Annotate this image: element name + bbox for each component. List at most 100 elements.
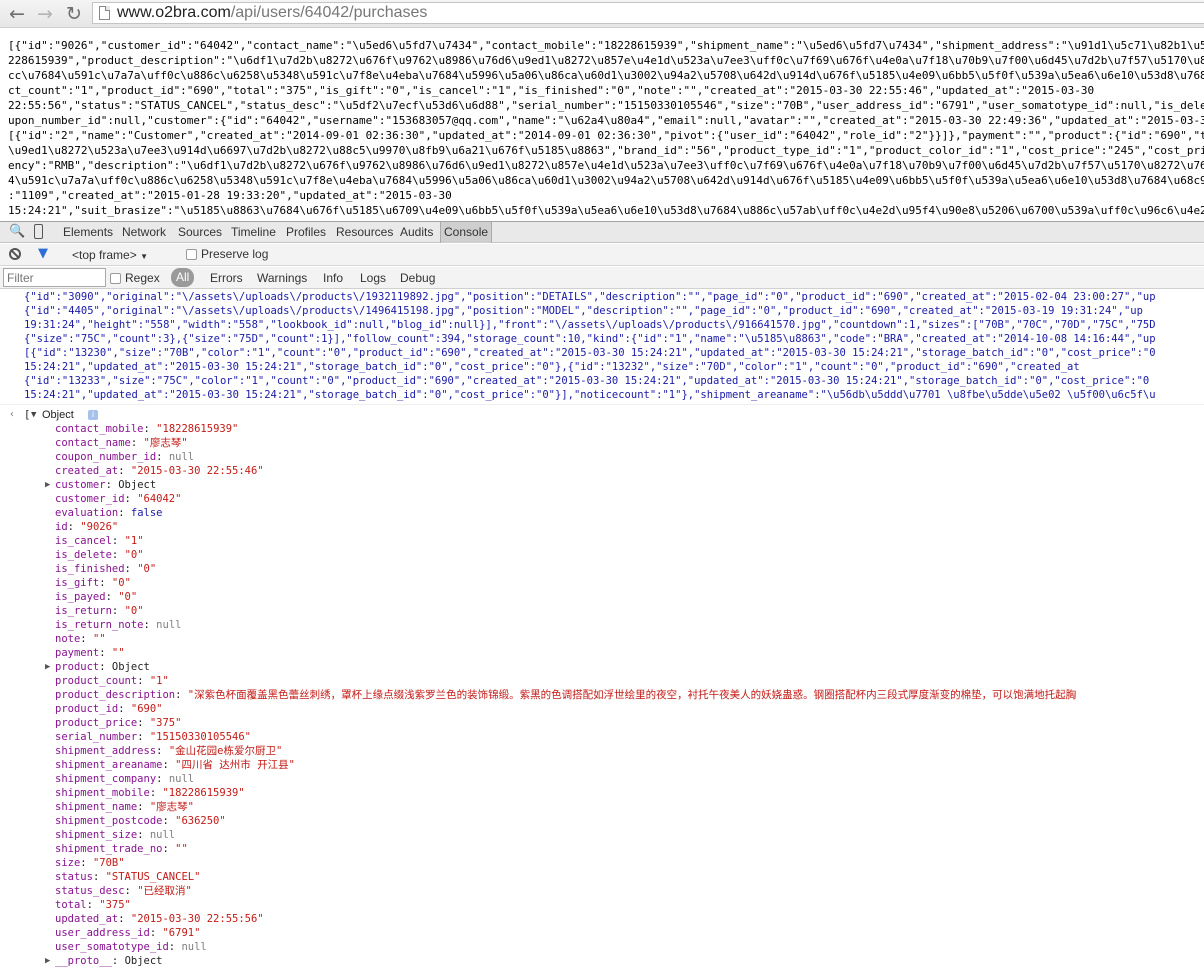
property-separator: : (118, 465, 131, 477)
level-info-button[interactable]: Info (323, 271, 343, 285)
preserve-log-toggle[interactable]: Preserve log (186, 247, 268, 261)
property-value: null (156, 619, 182, 631)
object-property-row: note: "" (0, 632, 1204, 646)
object-property-row: status_desc: "已经取消" (0, 884, 1204, 898)
tab-network[interactable]: Network (119, 222, 169, 243)
object-property-row: serial_number: "15150330105546" (0, 730, 1204, 744)
tab-elements[interactable]: Elements (60, 222, 116, 243)
tab-sources[interactable]: Sources (175, 222, 225, 243)
level-debug-button[interactable]: Debug (400, 271, 435, 285)
property-separator: : (149, 927, 163, 939)
expand-triangle-icon[interactable]: ▶ (45, 954, 50, 968)
property-separator: : (99, 577, 112, 589)
console-log-line: {"id":"3090","original":"\/assets\/uploa… (24, 291, 1156, 303)
filter-funnel-icon[interactable]: ▼ (38, 247, 48, 261)
level-logs-button[interactable]: Logs (360, 271, 386, 285)
property-key: is_return_note (55, 619, 144, 631)
preserve-log-label: Preserve log (201, 247, 269, 261)
device-mode-icon[interactable] (34, 224, 43, 239)
console-log-output: {"id":"3090","original":"\/assets\/uploa… (0, 290, 1204, 405)
back-arrow-icon[interactable]: ← (6, 3, 28, 25)
inspect-search-icon[interactable]: 🔍 (9, 225, 25, 239)
tab-profiles[interactable]: Profiles (283, 222, 329, 243)
property-separator: : (105, 591, 119, 603)
info-icon[interactable]: i (88, 410, 98, 420)
property-key: updated_at (55, 913, 119, 925)
level-all-button[interactable]: All (171, 268, 195, 287)
raw-json-line: [{"id":"9026","customer_id":"64042","con… (8, 39, 1204, 52)
raw-json-line: [{"id":"2","name":"Customer","created_at… (8, 129, 1204, 142)
object-property-row[interactable]: ▶ customer: Object (0, 478, 1204, 492)
regex-toggle[interactable]: Regex (110, 271, 160, 285)
raw-json-line: :"1109","created_at":"2015-01-28 19:33:2… (8, 189, 452, 202)
property-key: total (55, 899, 87, 911)
object-header[interactable]: ‹ [ ▼ Object i (0, 408, 1204, 422)
object-property-row: user_somatotype_id: null (0, 940, 1204, 954)
reload-icon[interactable]: ↻ (63, 3, 85, 25)
property-key: coupon_number_id (55, 451, 157, 463)
property-value: "STATUS_CANCEL" (105, 871, 201, 883)
frame-selector[interactable]: <top frame> ▼ (72, 248, 148, 262)
address-bar[interactable]: www.o2bra.com/api/users/64042/purchases (92, 2, 1204, 24)
level-errors-button[interactable]: Errors (210, 271, 243, 285)
property-separator: : (149, 787, 163, 799)
property-key: customer (55, 479, 106, 491)
property-key: shipment_company (55, 773, 157, 785)
expand-triangle-icon[interactable]: ▶ (45, 478, 50, 492)
expand-triangle-icon[interactable]: ▼ (31, 408, 36, 422)
address-url: www.o2bra.com/api/users/64042/purchases (117, 3, 427, 23)
clear-console-icon[interactable] (9, 248, 21, 260)
tab-console[interactable]: Console (440, 222, 493, 243)
object-property-row: size: "70B" (0, 856, 1204, 870)
property-key: shipment_name (55, 801, 138, 813)
property-value: "6791" (162, 927, 201, 939)
property-separator: : (80, 633, 93, 645)
property-value: "64042" (137, 493, 182, 505)
property-key: status (55, 871, 93, 883)
property-key: payment (55, 647, 100, 659)
object-property-row: is_delete: "0" (0, 548, 1204, 562)
forward-arrow-icon[interactable]: → (34, 3, 56, 25)
property-value: "0" (118, 591, 138, 603)
object-property-row[interactable]: ▶ product: Object (0, 660, 1204, 674)
property-key: contact_mobile (55, 423, 144, 435)
property-separator: : (137, 717, 150, 729)
level-warnings-button[interactable]: Warnings (257, 271, 307, 285)
filter-input[interactable] (3, 268, 106, 287)
object-property-row: updated_at: "2015-03-30 22:55:56" (0, 912, 1204, 926)
property-key: is_gift (55, 577, 100, 589)
object-property-row[interactable]: ▶ __proto__: Object (0, 954, 1204, 968)
property-value: "深紫色杯面覆盖黑色蕾丝刺绣，罩杯上缘点缀浅紫罗兰色的装饰锦缎。紫黑的色调搭配如… (187, 689, 1077, 701)
result-prompt-icon: ‹ (9, 409, 16, 420)
regex-checkbox[interactable] (110, 273, 121, 284)
preserve-log-checkbox[interactable] (186, 249, 197, 260)
property-separator: : (175, 689, 188, 701)
property-value: "四川省 达州市 开江县" (175, 759, 295, 771)
object-property-row: contact_mobile: "18228615939" (0, 422, 1204, 436)
tab-audits[interactable]: Audits (397, 222, 436, 243)
object-property-row: user_address_id: "6791" (0, 926, 1204, 940)
url-host: www.o2bra.com (117, 4, 231, 21)
raw-json-response: [{"id":"9026","customer_id":"64042","con… (0, 29, 1204, 219)
property-key: customer_id (55, 493, 125, 505)
tab-timeline[interactable]: Timeline (228, 222, 279, 243)
object-property-row: shipment_address: "金山花园e栋爱尔厨卫" (0, 744, 1204, 758)
tab-resources[interactable]: Resources (333, 222, 396, 243)
property-value: "已经取消" (137, 885, 192, 897)
raw-json-line: cc\u7684\u591c\u7a7a\uff0c\u886c\u6258\u… (8, 69, 1204, 82)
object-property-row: shipment_postcode: "636250" (0, 814, 1204, 828)
object-property-row: shipment_company: null (0, 772, 1204, 786)
object-property-row: total: "375" (0, 898, 1204, 912)
property-separator: : (118, 913, 131, 925)
property-separator: : (143, 619, 157, 631)
property-value: "636250" (175, 815, 226, 827)
expand-triangle-icon[interactable]: ▶ (45, 660, 50, 674)
property-separator: : (105, 479, 119, 491)
property-value: Object (124, 955, 163, 967)
property-key: __proto__ (55, 955, 112, 967)
property-value: "" (111, 647, 125, 659)
object-property-row: shipment_areaname: "四川省 达州市 开江县" (0, 758, 1204, 772)
property-value: "" (175, 843, 188, 855)
object-property-row: coupon_number_id: null (0, 450, 1204, 464)
property-value: "1" (149, 675, 169, 687)
